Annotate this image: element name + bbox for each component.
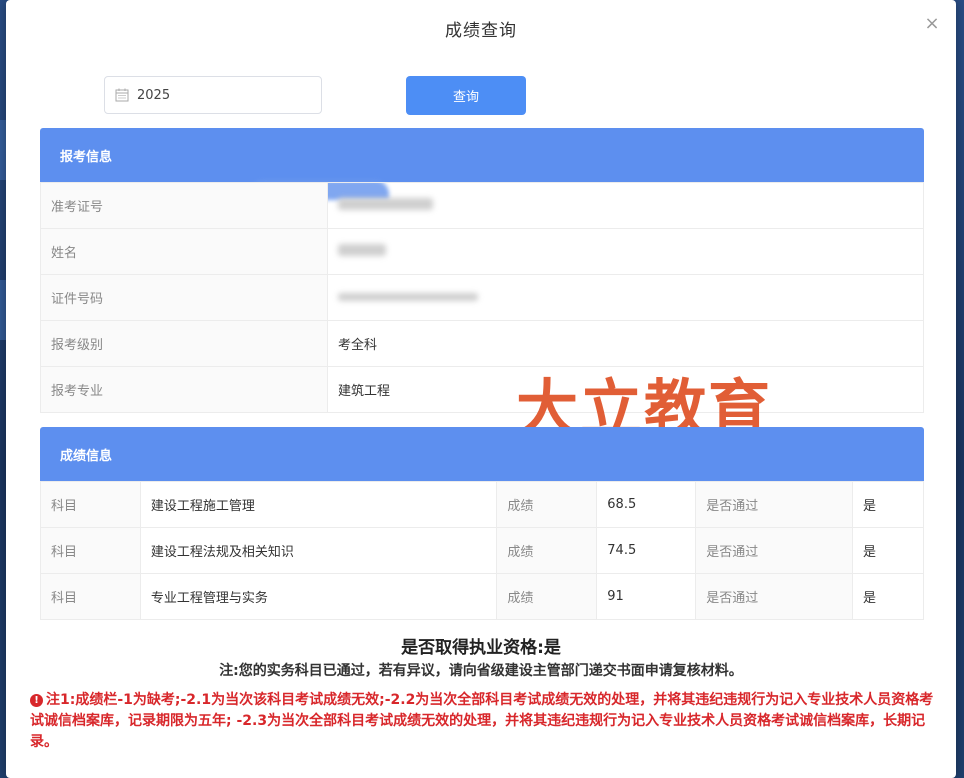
redacted-value — [338, 293, 478, 301]
subject-label: 科目 — [40, 527, 141, 574]
subject-label: 科目 — [40, 573, 141, 620]
year-value: 2025 — [137, 87, 171, 103]
subject-label: 科目 — [40, 481, 141, 528]
disclaimer-text: ! 注1:成绩栏-1为缺考;-2.1为当次该科目考试成绩无效;-2.2为当次全部科… — [30, 690, 940, 753]
score-table: 科目 建设工程施工管理 成绩 68.5 是否通过 是 科目 建设工程法规及相关知… — [40, 481, 924, 620]
pass-label: 是否通过 — [695, 527, 854, 574]
table-row: 科目 专业工程管理与实务 成绩 91 是否通过 是 — [40, 573, 924, 620]
field-label: 报考专业 — [40, 366, 328, 413]
table-row: 准考证号 — [40, 182, 924, 229]
year-picker[interactable]: 2025 — [104, 76, 322, 114]
score-label: 成绩 — [496, 481, 598, 528]
registration-section-header: 报考信息 — [40, 128, 924, 183]
field-value-redacted — [327, 274, 924, 321]
subject-name: 建设工程施工管理 — [139, 481, 498, 528]
registration-table: 准考证号 姓名 证件号码 报考级别 考全科 报考专业 建筑工程 — [40, 182, 924, 413]
modal-title: 成绩查询 — [445, 21, 517, 41]
score-query-modal: 成绩查询 × 2025 查询 报考信息 准考证号 姓名 证件号码 报考级别 考全… — [6, 0, 956, 778]
redacted-value — [338, 197, 433, 210]
table-row: 证件号码 — [40, 274, 924, 321]
field-label: 报考级别 — [40, 320, 328, 367]
score-label: 成绩 — [496, 573, 598, 620]
pass-value: 是 — [852, 527, 924, 574]
table-row: 报考专业 建筑工程 — [40, 366, 924, 413]
pass-value: 是 — [852, 573, 924, 620]
table-row: 科目 建设工程法规及相关知识 成绩 74.5 是否通过 是 — [40, 527, 924, 574]
field-label: 证件号码 — [40, 274, 328, 321]
field-value-redacted — [327, 182, 924, 229]
redacted-value — [338, 243, 386, 256]
qualification-result: 是否取得执业资格:是 — [401, 638, 561, 658]
table-row: 报考级别 考全科 — [40, 320, 924, 367]
field-label: 姓名 — [40, 228, 328, 275]
score-value: 74.5 — [596, 527, 697, 574]
score-label: 成绩 — [496, 527, 598, 574]
score-value: 68.5 — [596, 481, 697, 528]
qualification-note: 注:您的实务科目已通过，若有异议，请向省级建设主管部门递交书面申请复核材料。 — [219, 663, 743, 679]
subject-name: 建设工程法规及相关知识 — [139, 527, 498, 574]
close-icon[interactable]: × — [922, 14, 942, 34]
table-row: 姓名 — [40, 228, 924, 275]
pass-label: 是否通过 — [695, 573, 854, 620]
field-label: 准考证号 — [40, 182, 328, 229]
subject-name: 专业工程管理与实务 — [139, 573, 498, 620]
disclaimer-body: 注1:成绩栏-1为缺考;-2.1为当次该科目考试成绩无效;-2.2为当次全部科目… — [30, 692, 934, 750]
calendar-icon — [115, 88, 129, 102]
warning-icon: ! — [30, 694, 43, 707]
score-value: 91 — [596, 573, 697, 620]
pass-label: 是否通过 — [695, 481, 854, 528]
pass-value: 是 — [852, 481, 924, 528]
field-value-redacted — [327, 228, 924, 275]
query-button[interactable]: 查询 — [406, 76, 526, 115]
score-section-header: 成绩信息 — [40, 427, 924, 482]
table-row: 科目 建设工程施工管理 成绩 68.5 是否通过 是 — [40, 481, 924, 528]
